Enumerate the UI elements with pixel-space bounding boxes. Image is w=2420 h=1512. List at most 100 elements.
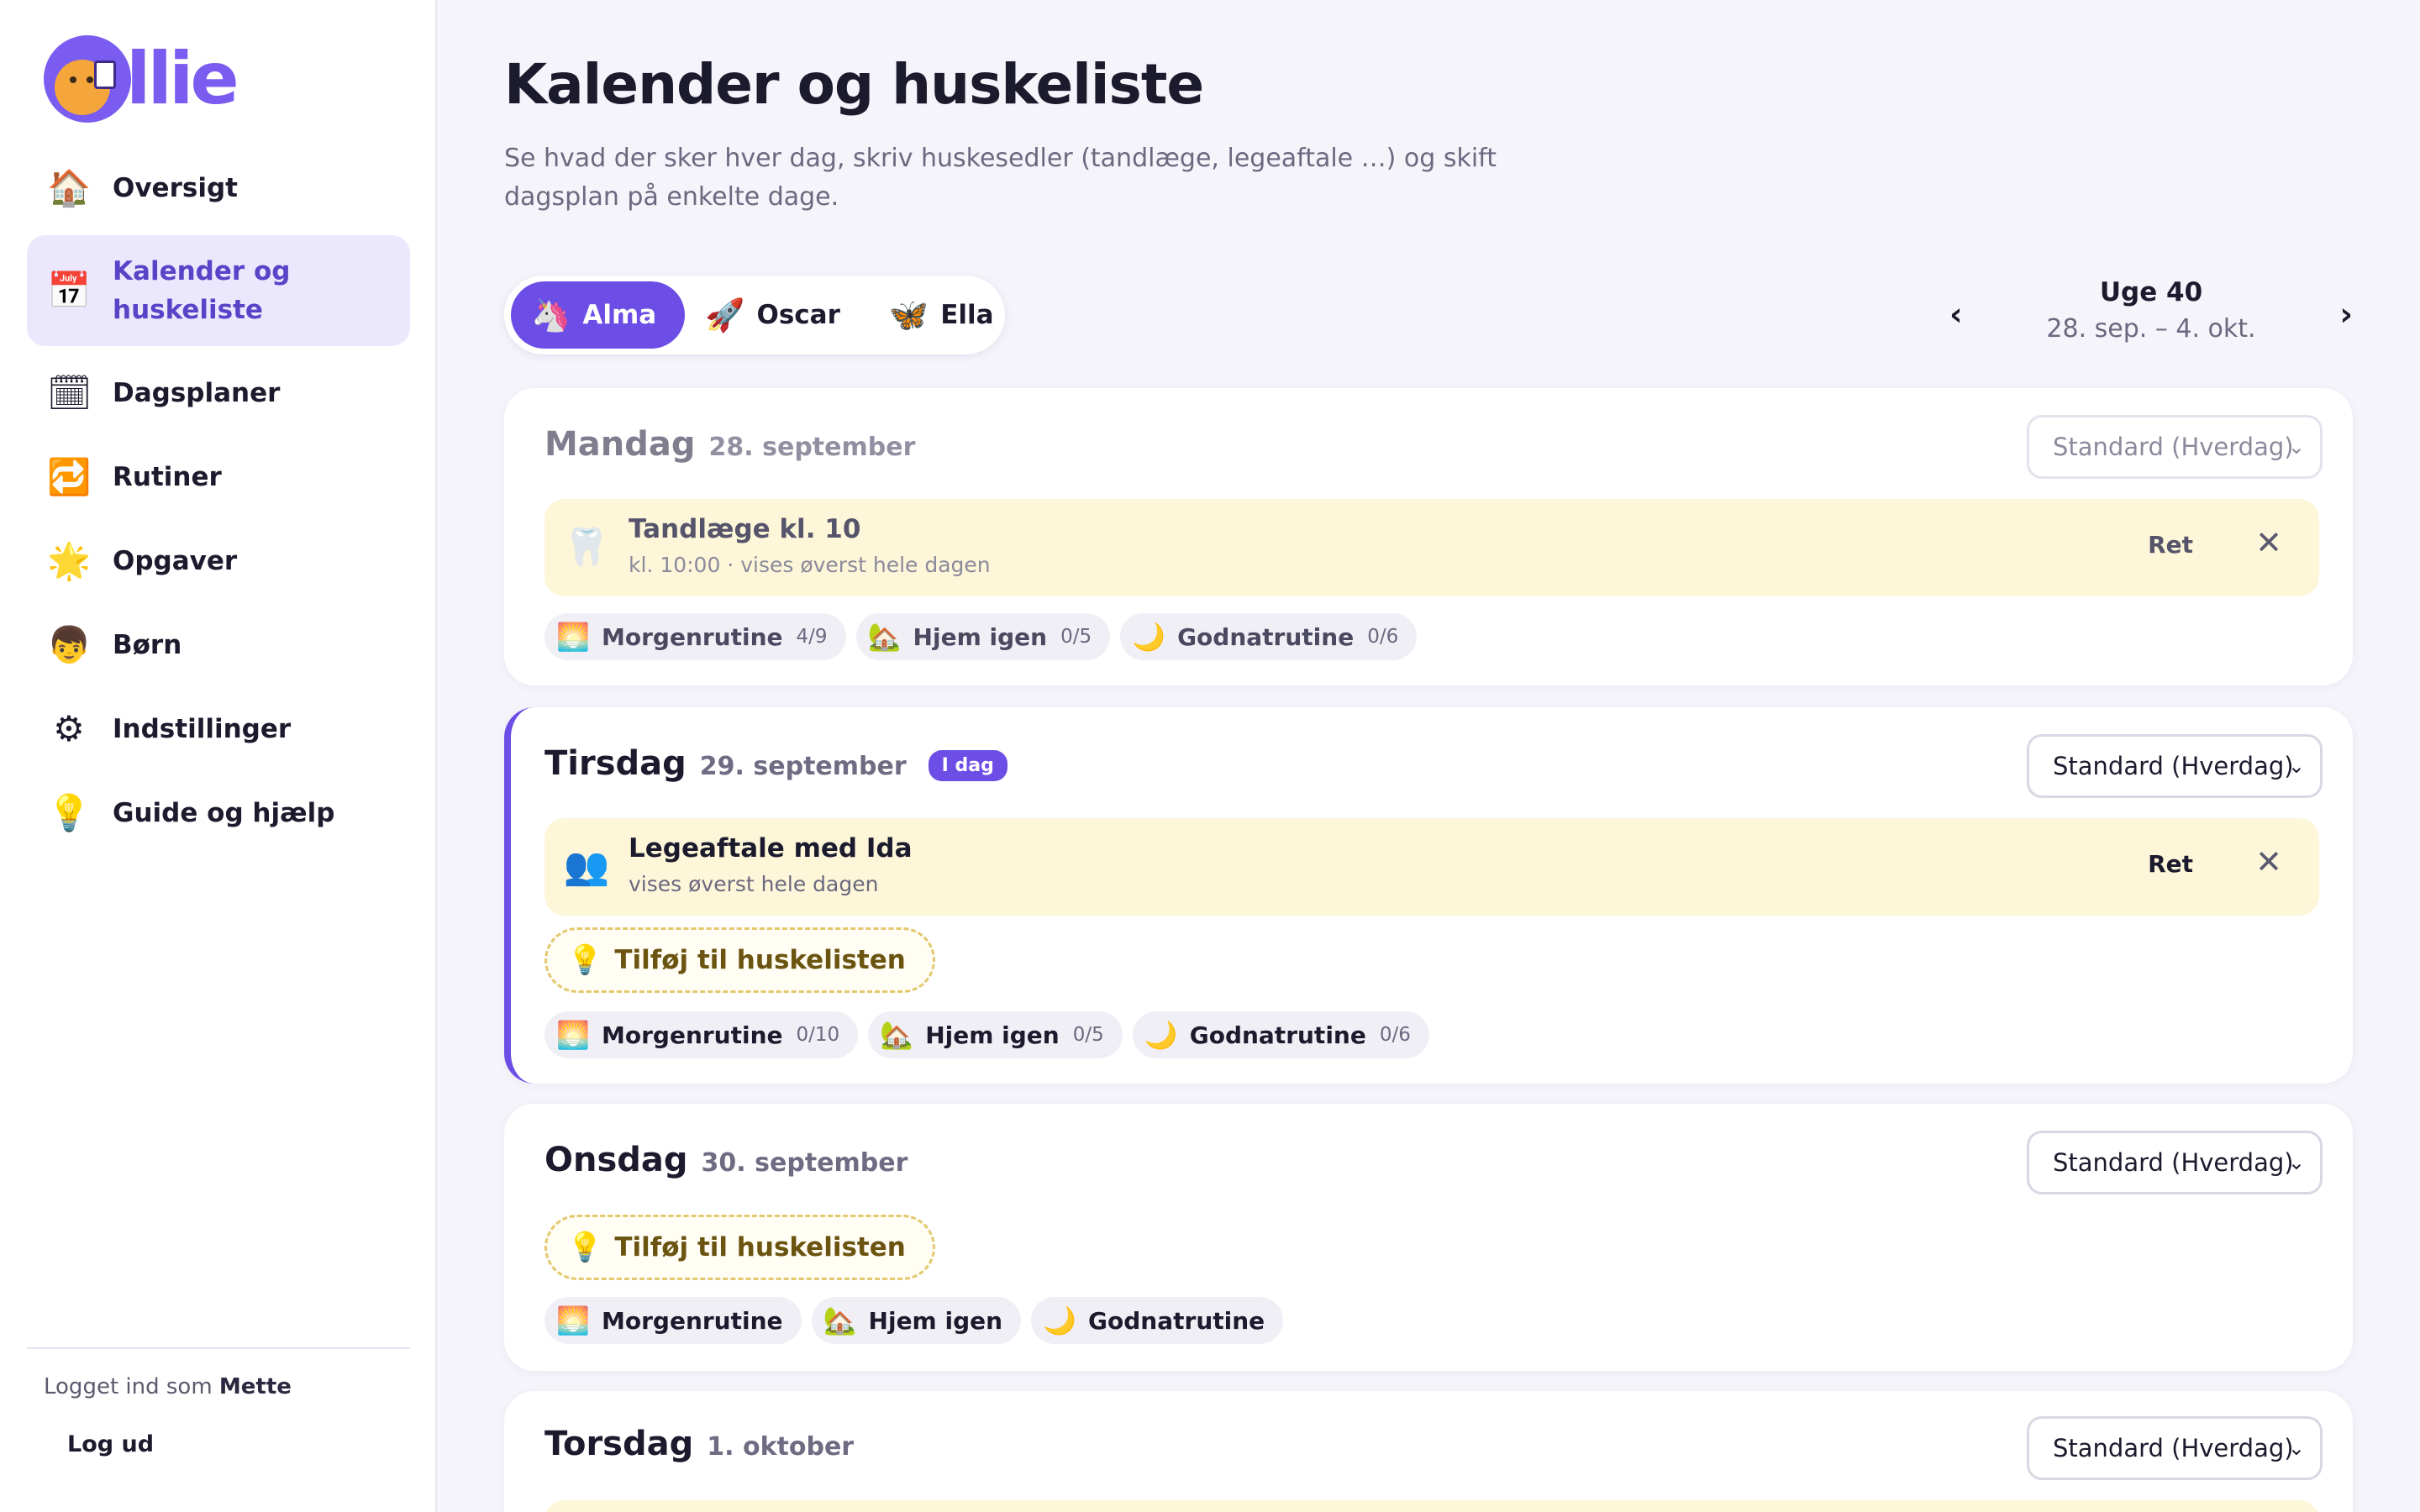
house-icon: 🏡 bbox=[880, 1019, 914, 1051]
chevron-down-icon: ⌄ bbox=[2287, 1151, 2305, 1174]
sidebar-item-label: Opgaver bbox=[113, 546, 238, 576]
sidebar-item-label: Guide og hjælp bbox=[113, 798, 335, 828]
reminder-note bbox=[544, 1500, 2319, 1512]
day-card-torsdag: Torsdag 1. oktober Standard (Hverdag) ⌄ bbox=[504, 1391, 2353, 1512]
logged-in-text: Logget ind som Mette bbox=[44, 1374, 410, 1399]
kid-name: Alma bbox=[582, 300, 657, 330]
people-icon: 👥 bbox=[563, 845, 610, 888]
chevron-down-icon: ⌄ bbox=[2287, 754, 2305, 778]
routine-progress: 4/9 bbox=[796, 626, 828, 648]
add-reminder-button[interactable]: 💡 Tilføj til huskelisten bbox=[544, 927, 935, 993]
routine-name: Morgenrutine bbox=[602, 622, 783, 651]
lightbulb-icon: 💡 bbox=[567, 943, 603, 977]
ollie-mascot-icon bbox=[44, 35, 131, 123]
day-name: Mandag bbox=[544, 425, 696, 464]
routine-chip-morgenrutine[interactable]: 🌅 Morgenrutine 4/9 bbox=[544, 613, 846, 660]
chevron-down-icon: ⌄ bbox=[2287, 1436, 2305, 1460]
week-navigator: ‹ Uge 40 28. sep. – 4. okt. › bbox=[1949, 274, 2353, 358]
day-date: 30. september bbox=[701, 1148, 908, 1178]
routine-name: Godnatrutine bbox=[1088, 1306, 1265, 1335]
sidebar-item-oversigt[interactable]: 🏠 Oversigt bbox=[27, 151, 410, 225]
routine-progress: 0/5 bbox=[1072, 1024, 1104, 1046]
routine-name: Morgenrutine bbox=[602, 1306, 783, 1335]
sunrise-icon: 🌅 bbox=[556, 1305, 590, 1336]
routine-name: Hjem igen bbox=[913, 622, 1048, 651]
sidebar-item-kalender[interactable]: 📅 Kalender og huskeliste bbox=[27, 235, 410, 346]
close-icon[interactable]: ✕ bbox=[2255, 843, 2282, 880]
reminder-note: 🦷 Tandlæge kl. 10 kl. 10:00 · vises øver… bbox=[544, 499, 2319, 596]
routine-chip-godnatrutine[interactable]: 🌙 Godnatrutine bbox=[1031, 1297, 1284, 1344]
page-subtitle: Se hvad der sker hver dag, skriv huskese… bbox=[504, 144, 1497, 212]
day-date: 29. september bbox=[699, 752, 907, 781]
note-title: Legeaftale med Ida bbox=[629, 833, 913, 864]
gear-icon: ⚙ bbox=[53, 708, 85, 749]
note-subtitle: vises øverst hele dagen bbox=[629, 872, 879, 896]
day-plan-select[interactable]: Standard (Hverdag) ⌄ bbox=[2027, 734, 2323, 798]
sidebar-nav: 🏠 Oversigt 📅 Kalender og huskeliste 🗓 Da… bbox=[27, 151, 410, 860]
calendar-icon: 🗓 bbox=[47, 372, 92, 413]
sunrise-icon: 🌅 bbox=[556, 621, 590, 653]
app-logo[interactable]: llie bbox=[44, 35, 239, 123]
day-name: Onsdag bbox=[544, 1141, 688, 1179]
routine-chip-morgenrutine[interactable]: 🌅 Morgenrutine bbox=[544, 1297, 802, 1344]
sidebar-item-label: Rutiner bbox=[113, 462, 222, 492]
house-icon: 🏡 bbox=[867, 621, 902, 653]
rocket-icon: 🚀 bbox=[705, 296, 745, 333]
reminder-note: 👥 Legeaftale med Ida vises øverst hele d… bbox=[544, 818, 2319, 916]
close-icon[interactable]: ✕ bbox=[2255, 524, 2282, 561]
routine-list: 🌅 Morgenrutine 🏡 Hjem igen 🌙 Godnatrutin… bbox=[544, 1297, 1293, 1344]
day-plan-select[interactable]: Standard (Hverdag) ⌄ bbox=[2027, 1416, 2323, 1480]
routine-chip-godnatrutine[interactable]: 🌙 Godnatrutine 0/6 bbox=[1120, 613, 1418, 660]
selected-plan: Standard (Hverdag) bbox=[2053, 1148, 2294, 1177]
today-badge: I dag bbox=[928, 750, 1007, 781]
add-reminder-label: Tilføj til huskelisten bbox=[614, 1232, 906, 1263]
routine-chip-morgenrutine[interactable]: 🌅 Morgenrutine 0/10 bbox=[544, 1011, 859, 1058]
sidebar-item-guide[interactable]: 💡 Guide og hjælp bbox=[27, 776, 410, 850]
edit-note-button[interactable]: Ret bbox=[2148, 531, 2193, 559]
add-reminder-button[interactable]: 💡 Tilføj til huskelisten bbox=[544, 1215, 935, 1280]
child-icon: 👦 bbox=[47, 624, 92, 665]
lightbulb-icon: 💡 bbox=[567, 1231, 603, 1264]
day-card-tirsdag: Tirsdag 29. september I dag Standard (Hv… bbox=[504, 707, 2353, 1084]
routine-chip-hjem-igen[interactable]: 🏡 Hjem igen bbox=[811, 1297, 1022, 1344]
sunrise-icon: 🌅 bbox=[556, 1019, 590, 1051]
sidebar-item-label: Kalender og huskeliste bbox=[113, 256, 291, 325]
selected-plan: Standard (Hverdag) bbox=[2053, 433, 2294, 461]
day-card-mandag: Mandag 28. september Standard (Hverdag) … bbox=[504, 388, 2353, 685]
next-week-button[interactable]: › bbox=[2339, 296, 2353, 333]
routine-progress: 0/5 bbox=[1060, 626, 1092, 648]
day-card-onsdag: Onsdag 30. september Standard (Hverdag) … bbox=[504, 1104, 2353, 1371]
routine-chip-hjem-igen[interactable]: 🏡 Hjem igen 0/5 bbox=[868, 1011, 1123, 1058]
sidebar-item-label: Oversigt bbox=[113, 173, 238, 203]
sidebar-item-boern[interactable]: 👦 Børn bbox=[27, 608, 410, 682]
routine-progress: 0/10 bbox=[796, 1024, 840, 1046]
house-icon: 🏡 bbox=[823, 1305, 857, 1336]
note-title: Tandlæge kl. 10 bbox=[629, 514, 861, 544]
routine-progress: 0/6 bbox=[1367, 626, 1399, 648]
day-plan-select[interactable]: Standard (Hverdag) ⌄ bbox=[2027, 415, 2323, 479]
kid-tab-alma[interactable]: 🦄 Alma bbox=[511, 281, 686, 349]
logout-button[interactable]: Log ud bbox=[67, 1431, 410, 1457]
edit-note-button[interactable]: Ret bbox=[2148, 850, 2193, 878]
sidebar-item-opgaver[interactable]: 🌟 Opgaver bbox=[27, 524, 410, 598]
kid-tab-ella[interactable]: 🦋 Ella bbox=[869, 281, 1023, 349]
selected-plan: Standard (Hverdag) bbox=[2053, 1434, 2294, 1462]
kid-name: Ella bbox=[940, 300, 994, 330]
week-range: 28. sep. – 4. okt. bbox=[2046, 314, 2256, 344]
routine-name: Godnatrutine bbox=[1177, 622, 1355, 651]
sidebar-item-rutiner[interactable]: 🔁 Rutiner bbox=[27, 440, 410, 514]
routine-chip-godnatrutine[interactable]: 🌙 Godnatrutine 0/6 bbox=[1132, 1011, 1429, 1058]
day-date: 28. september bbox=[708, 433, 916, 462]
routine-list: 🌅 Morgenrutine 4/9 🏡 Hjem igen 0/5 🌙 God… bbox=[544, 613, 1427, 660]
sidebar-footer: Logget ind som Mette Log ud bbox=[27, 1347, 410, 1457]
day-header: Mandag 28. september bbox=[544, 425, 915, 464]
routine-name: Godnatrutine bbox=[1189, 1021, 1366, 1049]
moon-icon: 🌙 bbox=[1144, 1019, 1178, 1051]
sidebar-item-indstillinger[interactable]: ⚙ Indstillinger bbox=[27, 692, 410, 766]
calendar-icon: 📅 bbox=[47, 270, 92, 311]
house-icon: 🏠 bbox=[47, 167, 92, 208]
sidebar-item-dagsplaner[interactable]: 🗓 Dagsplaner bbox=[27, 356, 410, 430]
routine-chip-hjem-igen[interactable]: 🏡 Hjem igen 0/5 bbox=[855, 613, 1111, 660]
day-plan-select[interactable]: Standard (Hverdag) ⌄ bbox=[2027, 1131, 2323, 1194]
kid-tab-oscar[interactable]: 🚀 Oscar bbox=[685, 281, 869, 349]
